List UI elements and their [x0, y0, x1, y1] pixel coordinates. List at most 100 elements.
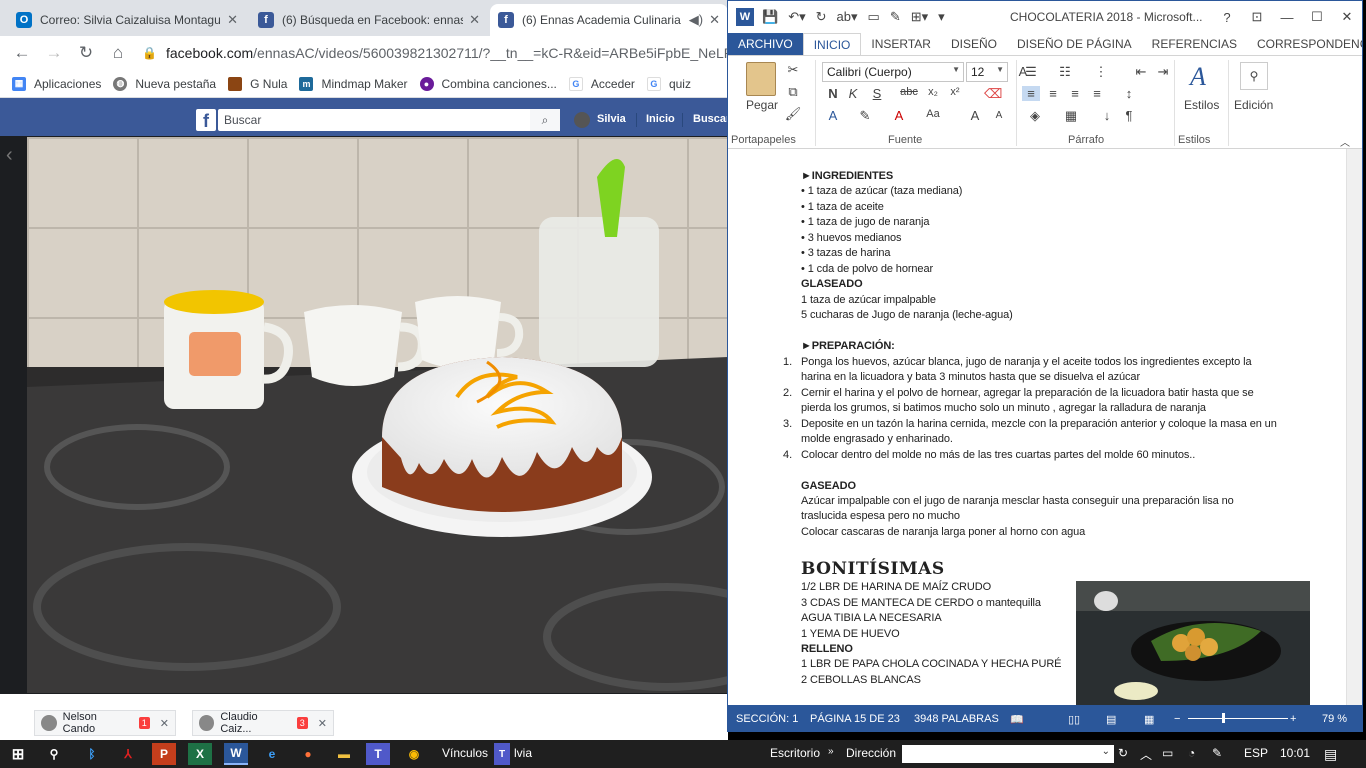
zoom-out-icon[interactable]: −: [1174, 713, 1180, 725]
user-toolbar[interactable]: lvia: [514, 746, 532, 760]
tab-diseno[interactable]: DISEÑO: [941, 33, 1007, 55]
numbering-icon[interactable]: ☷: [1056, 64, 1074, 80]
tab-outlook[interactable]: O Correo: Silvia Caizaluisa Montagu ✕: [8, 4, 246, 36]
redo-icon[interactable]: ↻: [816, 9, 827, 25]
home-link[interactable]: Inicio: [646, 113, 675, 125]
back-icon[interactable]: ←: [6, 39, 38, 67]
shading-icon[interactable]: ◈: [1026, 108, 1044, 124]
bookmark-mindmap[interactable]: m Mindmap Maker: [299, 76, 408, 91]
chevron-left-icon[interactable]: ‹: [6, 144, 13, 167]
bookmark-g-nula[interactable]: G Nula: [228, 76, 287, 91]
highlight-icon[interactable]: ✎: [856, 108, 874, 124]
underline-icon[interactable]: S: [868, 86, 886, 101]
font-name-combo[interactable]: Calibri (Cuerpo) ▼: [822, 62, 964, 82]
find-friends-link[interactable]: Buscar: [693, 113, 728, 125]
tab-archivo[interactable]: ARCHIVO: [728, 33, 803, 55]
document-page[interactable]: ►INGREDIENTES • 1 taza de azúcar (taza m…: [728, 149, 1346, 705]
align-center-icon[interactable]: ≡: [1044, 86, 1062, 101]
chevron-down-icon[interactable]: ⌄: [1102, 746, 1110, 757]
spelling-icon[interactable]: ab▾: [837, 9, 858, 25]
close-icon[interactable]: ✕: [1332, 9, 1362, 25]
paste-button[interactable]: Pegar: [746, 98, 778, 112]
align-left-icon[interactable]: ≡: [1022, 86, 1040, 101]
change-case-icon[interactable]: Aa: [924, 108, 942, 120]
status-page[interactable]: PÁGINA 15 DE 23: [810, 713, 900, 725]
chevron-up-icon[interactable]: ︿: [1140, 746, 1152, 763]
tab-referencias[interactable]: REFERENCIAS: [1142, 33, 1247, 55]
text-effects-icon[interactable]: A: [824, 108, 842, 123]
close-icon[interactable]: ✕: [318, 717, 327, 730]
folder-icon[interactable]: ▬: [332, 743, 356, 765]
firefox-icon[interactable]: ●: [296, 743, 320, 765]
undo-icon[interactable]: ↶▾: [788, 9, 805, 25]
tab-diseno-pagina[interactable]: DISEÑO DE PÁGINA: [1007, 33, 1142, 55]
sort-icon[interactable]: ↓: [1098, 108, 1116, 123]
start-icon[interactable]: ⊞: [6, 743, 30, 765]
word-logo-icon[interactable]: W: [736, 8, 754, 26]
collapse-ribbon-icon[interactable]: ︿: [1340, 134, 1350, 149]
search-icon[interactable]: ⚲: [42, 743, 66, 765]
excel-icon[interactable]: X: [188, 743, 212, 765]
clear-format-icon[interactable]: ⌫: [984, 86, 1002, 102]
font-size-combo[interactable]: 12 ▼: [966, 62, 1008, 82]
bluetooth-icon[interactable]: ᛒ: [80, 743, 104, 765]
superscript-icon[interactable]: x²: [946, 86, 964, 98]
edge-icon[interactable]: e: [260, 743, 284, 765]
edit-button[interactable]: Edición: [1234, 98, 1273, 112]
bookmark-acceder[interactable]: G Acceder: [568, 76, 635, 91]
paste-icon[interactable]: [746, 62, 776, 96]
edit-doc-icon[interactable]: ✎: [890, 9, 901, 25]
screen-icon[interactable]: ⊞▾: [911, 9, 928, 25]
notifications-icon[interactable]: ▤: [1324, 746, 1337, 763]
close-icon[interactable]: ✕: [469, 12, 480, 28]
maximize-icon[interactable]: ☐: [1302, 9, 1332, 25]
borders-icon[interactable]: ▦: [1062, 108, 1080, 124]
styles-button[interactable]: Estilos: [1184, 98, 1219, 112]
layout-icon[interactable]: ▭: [868, 9, 880, 25]
reload-icon[interactable]: ↻: [70, 39, 102, 67]
zoom-thumb[interactable]: [1222, 713, 1225, 723]
facebook-logo-icon[interactable]: f: [196, 109, 216, 131]
pen-icon[interactable]: ✎: [1212, 746, 1222, 760]
close-icon[interactable]: ✕: [160, 717, 169, 730]
chat-tab-nelson[interactable]: Nelson Cando 1 ✕: [34, 710, 176, 736]
clock[interactable]: 10:01: [1280, 746, 1310, 760]
strikethrough-icon[interactable]: abc: [900, 86, 918, 98]
read-mode-icon[interactable]: ▯▯: [1068, 713, 1080, 726]
address-bar[interactable]: 🔒 facebook.com/ennasAC/videos/5600398213…: [142, 40, 728, 66]
customize-qat-icon[interactable]: ▾: [938, 9, 945, 25]
go-icon[interactable]: ↻: [1118, 746, 1128, 760]
cut-icon[interactable]: ✂: [784, 62, 802, 78]
tab-inicio[interactable]: INICIO: [802, 33, 862, 55]
multilevel-list-icon[interactable]: ⋮: [1092, 64, 1110, 80]
tab-facebook-search[interactable]: f (6) Búsqueda en Facebook: ennas ✕: [250, 4, 488, 36]
bullets-icon[interactable]: ☰: [1022, 64, 1040, 80]
minimize-icon[interactable]: —: [1272, 10, 1302, 25]
decrease-indent-icon[interactable]: ⇤: [1132, 64, 1150, 80]
ribbon-display-icon[interactable]: ⊡: [1242, 9, 1272, 25]
copy-icon[interactable]: ⧉: [784, 84, 802, 100]
bookmark-new-tab[interactable]: ◍ Nueva pestaña: [113, 76, 216, 91]
bookmark-combina[interactable]: ● Combina canciones...: [419, 76, 557, 91]
language-indicator[interactable]: ESP: [1244, 746, 1268, 760]
styles-icon[interactable]: A: [1190, 62, 1218, 96]
chrome-icon[interactable]: ◉: [402, 743, 426, 765]
justify-icon[interactable]: ≡: [1088, 86, 1106, 101]
italic-icon[interactable]: K: [844, 86, 862, 101]
increase-indent-icon[interactable]: ⇥: [1154, 64, 1172, 80]
facebook-search-input[interactable]: Buscar: [218, 109, 560, 131]
vertical-scrollbar[interactable]: [1346, 149, 1362, 705]
zoom-in-icon[interactable]: +: [1290, 713, 1296, 725]
home-icon[interactable]: ⌂: [102, 39, 134, 67]
save-icon[interactable]: 💾: [762, 9, 778, 25]
desktop-toolbar[interactable]: Escritorio: [770, 746, 820, 760]
address-input[interactable]: ⌄: [902, 745, 1114, 763]
tab-correspondencia[interactable]: CORRESPONDENCIA: [1247, 33, 1362, 55]
forward-icon[interactable]: →: [38, 39, 70, 67]
print-layout-icon[interactable]: ▤: [1106, 713, 1116, 726]
teams-icon[interactable]: T: [494, 743, 510, 765]
tab-ennas-academia[interactable]: f (6) Ennas Academia Culinaria ◀) ✕: [490, 4, 728, 36]
web-layout-icon[interactable]: ▦: [1144, 713, 1154, 726]
close-icon[interactable]: ✕: [227, 12, 238, 28]
align-right-icon[interactable]: ≡: [1066, 86, 1084, 101]
